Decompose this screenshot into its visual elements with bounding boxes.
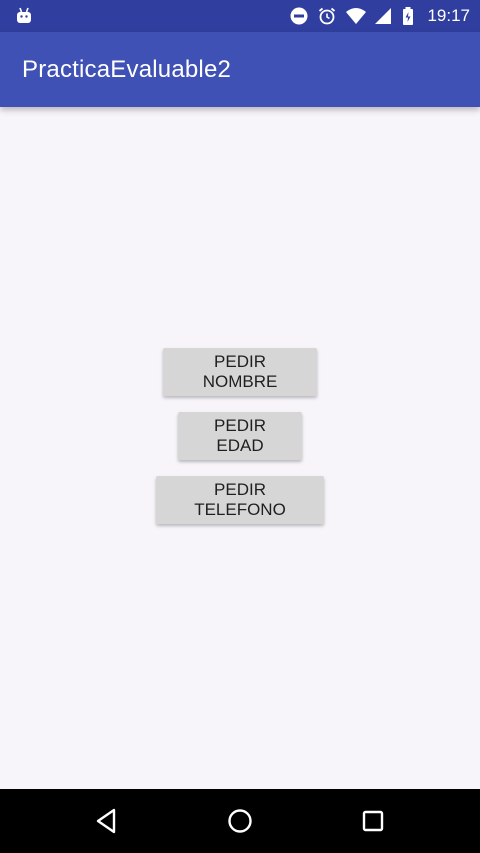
back-icon[interactable] xyxy=(91,805,123,837)
pedir-nombre-button[interactable]: PEDIR NOMBRE xyxy=(163,348,317,396)
app-screen: 19:17 PracticaEvaluable2 PEDIR NOMBRE PE… xyxy=(0,0,480,853)
main-content: PEDIR NOMBRE PEDIR EDAD PEDIR TELEFONO xyxy=(0,107,480,789)
signal-icon xyxy=(373,6,393,26)
home-icon[interactable] xyxy=(224,805,256,837)
navigation-bar xyxy=(0,789,480,853)
pedir-telefono-button[interactable]: PEDIR TELEFONO xyxy=(156,476,324,524)
app-bar: PracticaEvaluable2 xyxy=(0,32,480,107)
wifi-icon xyxy=(345,6,367,26)
app-title: PracticaEvaluable2 xyxy=(22,56,232,83)
status-bar: 19:17 xyxy=(0,0,480,32)
battery-icon xyxy=(401,6,415,26)
android-debug-icon xyxy=(14,6,34,26)
do-not-disturb-icon xyxy=(289,6,309,26)
status-time: 19:17 xyxy=(427,6,470,25)
alarm-icon xyxy=(317,6,337,26)
recent-apps-icon[interactable] xyxy=(357,805,389,837)
pedir-edad-button[interactable]: PEDIR EDAD xyxy=(178,412,302,460)
